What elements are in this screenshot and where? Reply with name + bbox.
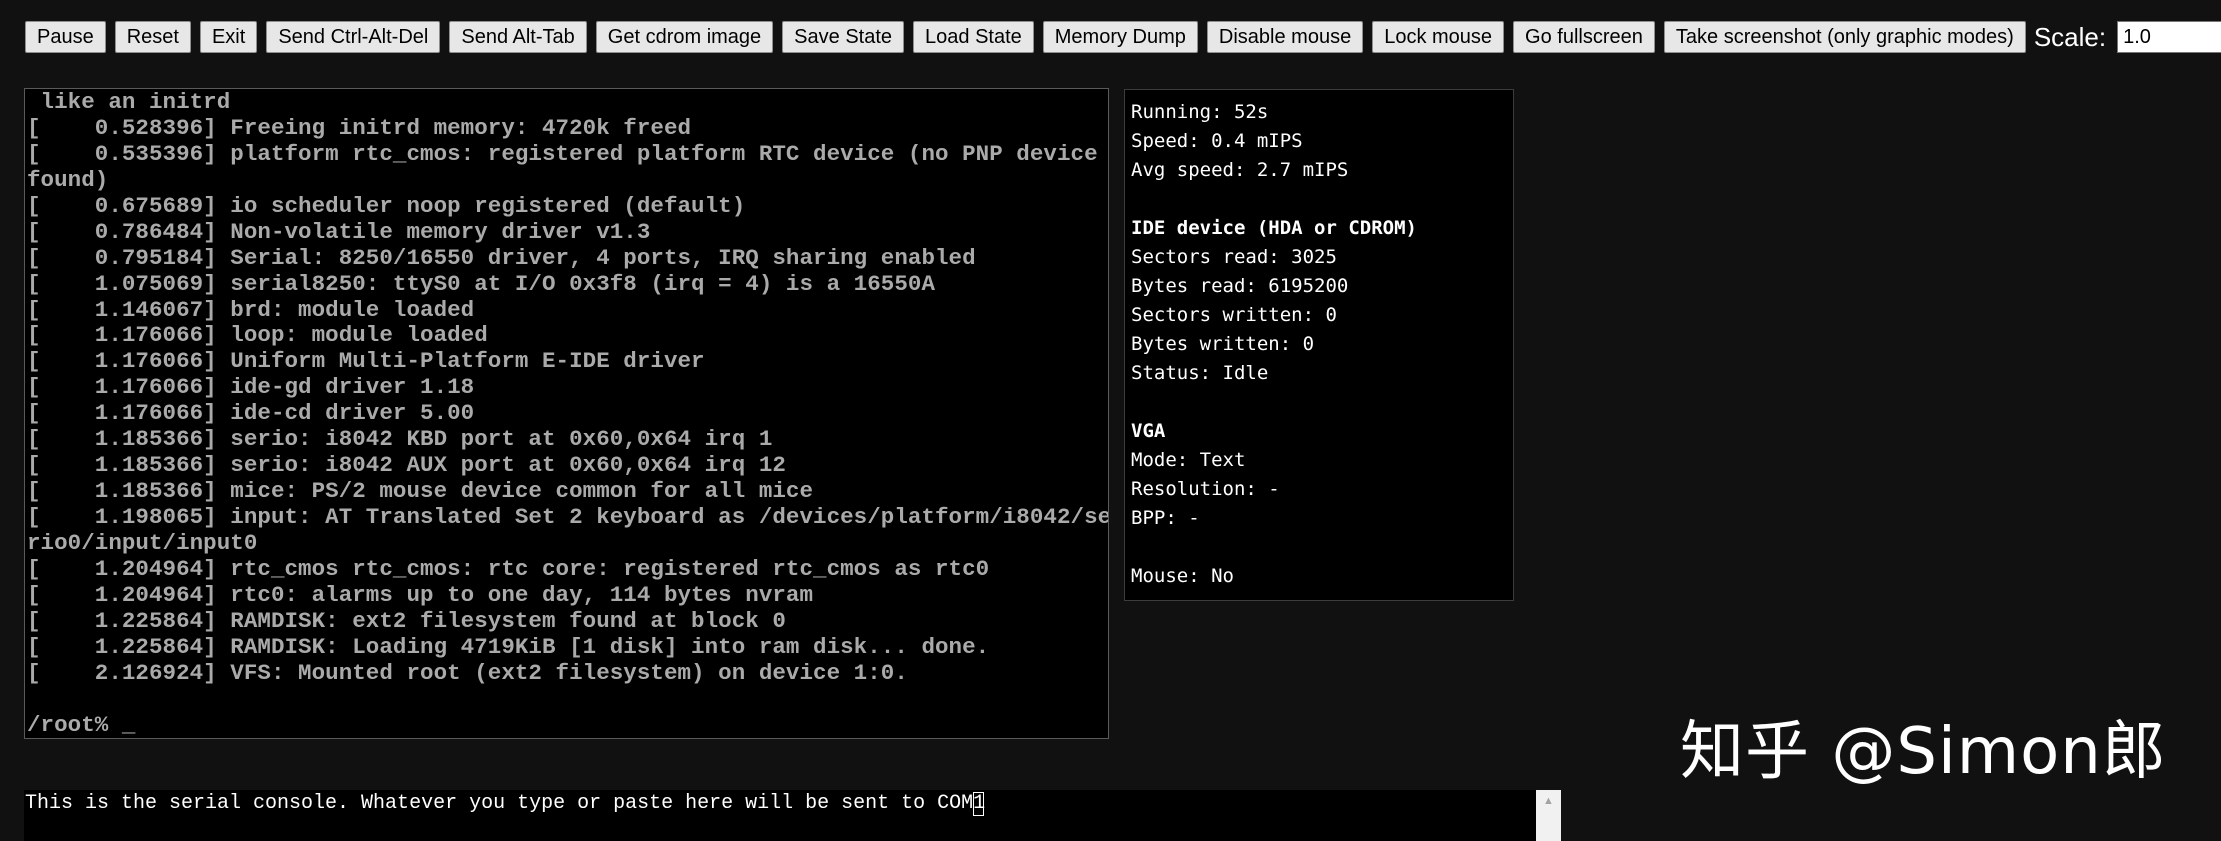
screen-line: [ 1.146067] brd: module loaded [27, 296, 475, 323]
serial-console-textarea[interactable]: This is the serial console. Whatever you… [24, 790, 1536, 841]
screen-line: [ 1.185366] mice: PS/2 mouse device comm… [27, 478, 814, 505]
serial-console: This is the serial console. Whatever you… [24, 790, 1561, 841]
screen-line: [ 2.126924] VFS: Mounted root (ext2 file… [27, 659, 908, 686]
screen-line: [ 1.225864] RAMDISK: ext2 filesystem fou… [27, 607, 786, 634]
screen-line: [ 1.204964] rtc_cmos rtc_cmos: rtc core:… [27, 555, 990, 582]
pause-button[interactable]: Pause [25, 21, 106, 53]
screen-line: [ 1.185366] serio: i8042 KBD port at 0x6… [27, 426, 773, 453]
save-state-button[interactable]: Save State [782, 21, 905, 53]
disable-mouse-button[interactable]: Disable mouse [1206, 21, 1364, 53]
emulator-stats-panel: Running: 52s Speed: 0.4 mIPS Avg speed: … [1124, 89, 1514, 601]
screen-line: [ 0.535396] platform rtc_cmos: registere… [27, 140, 1098, 167]
screen-line: [ 0.795184] Serial: 8250/16550 driver, 4… [27, 244, 976, 271]
serial-scrollbar[interactable]: ▲ [1536, 790, 1561, 841]
screen-line: [ 1.176066] Uniform Multi-Platform E-IDE… [27, 348, 705, 375]
vga-heading: VGA [1131, 420, 1166, 442]
speed: Speed: 0.4 mIPS [1131, 130, 1303, 152]
ide-heading: IDE device (HDA or CDROM) [1131, 217, 1417, 239]
screen-line: [ 0.528396] Freeing initrd memory: 4720k… [27, 114, 692, 141]
screen-line: [ 0.675689] io scheduler noop registered… [27, 192, 746, 219]
screen-line: [ 1.204964] rtc0: alarms up to one day, … [27, 581, 814, 608]
screen-line [27, 687, 1108, 713]
sectors-read: Sectors read: 3025 [1131, 246, 1337, 268]
ide-status: Status: Idle [1131, 362, 1269, 384]
vga-mode: Mode: Text [1131, 449, 1246, 471]
screen-line: like an initrd [27, 89, 231, 115]
screen-line: rio0/input/input0 [27, 529, 258, 556]
vga-bpp: BPP: - [1131, 507, 1200, 529]
sectors-written: Sectors written: 0 [1131, 304, 1337, 326]
screen-line: [ 1.176066] ide-cd driver 5.00 [27, 400, 475, 427]
screen-line: [ 1.176066] ide-gd driver 1.18 [27, 374, 475, 401]
screen-line: [ 1.176066] loop: module loaded [27, 322, 488, 349]
exit-button[interactable]: Exit [199, 21, 258, 53]
serial-console-text: This is the serial console. Whatever you… [25, 792, 986, 815]
send-ctrl-alt-del-button[interactable]: Send Ctrl-Alt-Del [266, 21, 441, 53]
text-cursor [973, 792, 985, 816]
screen-line: found) [27, 166, 109, 193]
reset-button[interactable]: Reset [114, 21, 191, 53]
toolbar: Pause Reset Exit Send Ctrl-Alt-Del Send … [25, 21, 2221, 53]
scale-label: Scale: [2033, 22, 2107, 52]
running-time: Running: 52s [1131, 101, 1269, 123]
go-fullscreen-button[interactable]: Go fullscreen [1513, 21, 1655, 53]
take-screenshot-button[interactable]: Take screenshot (only graphic modes) [1663, 21, 2026, 53]
screen-line: [ 1.075069] serial8250: ttyS0 at I/O 0x3… [27, 270, 935, 297]
lock-mouse-button[interactable]: Lock mouse [1372, 21, 1505, 53]
bytes-read: Bytes read: 6195200 [1131, 275, 1349, 297]
screen-line: [ 1.198065] input: AT Translated Set 2 k… [27, 504, 1109, 530]
get-cdrom-image-button[interactable]: Get cdrom image [595, 21, 774, 53]
vga-resolution: Resolution: - [1131, 478, 1280, 500]
vga-text-screen[interactable]: like an initrd [ 0.528396] Freeing initr… [24, 88, 1109, 739]
screen-line: [ 1.185366] serio: i8042 AUX port at 0x6… [27, 452, 786, 479]
mouse-status: Mouse: No [1131, 565, 1234, 587]
send-alt-tab-button[interactable]: Send Alt-Tab [449, 21, 587, 53]
screen-line: [ 0.786484] Non-volatile memory driver v… [27, 218, 651, 245]
screen-line: [ 1.225864] RAMDISK: Loading 4719KiB [1 … [27, 633, 990, 660]
avg-speed: Avg speed: 2.7 mIPS [1131, 159, 1349, 181]
shell-prompt: /root% _ [27, 711, 136, 738]
scale-input[interactable] [2117, 21, 2221, 53]
scroll-up-arrow-icon[interactable]: ▲ [1536, 790, 1561, 812]
watermark: 知乎 @Simon郎 [1680, 715, 2167, 789]
bytes-written: Bytes written: 0 [1131, 333, 1315, 355]
memory-dump-button[interactable]: Memory Dump [1042, 21, 1198, 53]
load-state-button[interactable]: Load State [913, 21, 1034, 53]
